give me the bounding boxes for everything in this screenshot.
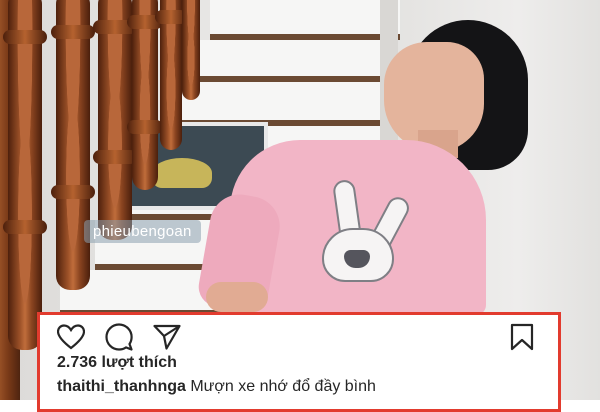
stair-step [210, 0, 400, 40]
bookmark-icon[interactable] [506, 322, 538, 352]
baluster [182, 0, 200, 100]
baluster [127, 0, 163, 190]
post-caption: thaithi_thanhnga Mượn xe nhớ đổ đầy bình [57, 378, 376, 396]
baluster [155, 0, 187, 150]
hand [206, 282, 268, 312]
baluster [93, 0, 137, 240]
caption-text: Mượn xe nhớ đổ đầy bình [190, 378, 376, 395]
stair-step [195, 40, 395, 82]
likes-count[interactable]: 2.736 lượt thích [57, 354, 177, 372]
comment-icon[interactable] [103, 322, 135, 352]
stair-step [170, 82, 395, 126]
paper-plane-icon[interactable] [151, 322, 183, 352]
baluster [51, 0, 95, 290]
heart-icon[interactable] [55, 322, 87, 352]
watermark: phieubengoan [84, 220, 201, 243]
action-bar [55, 322, 183, 352]
window-scene [152, 158, 212, 188]
caption-username[interactable]: thaithi_thanhnga [57, 378, 186, 395]
baluster [3, 0, 47, 350]
